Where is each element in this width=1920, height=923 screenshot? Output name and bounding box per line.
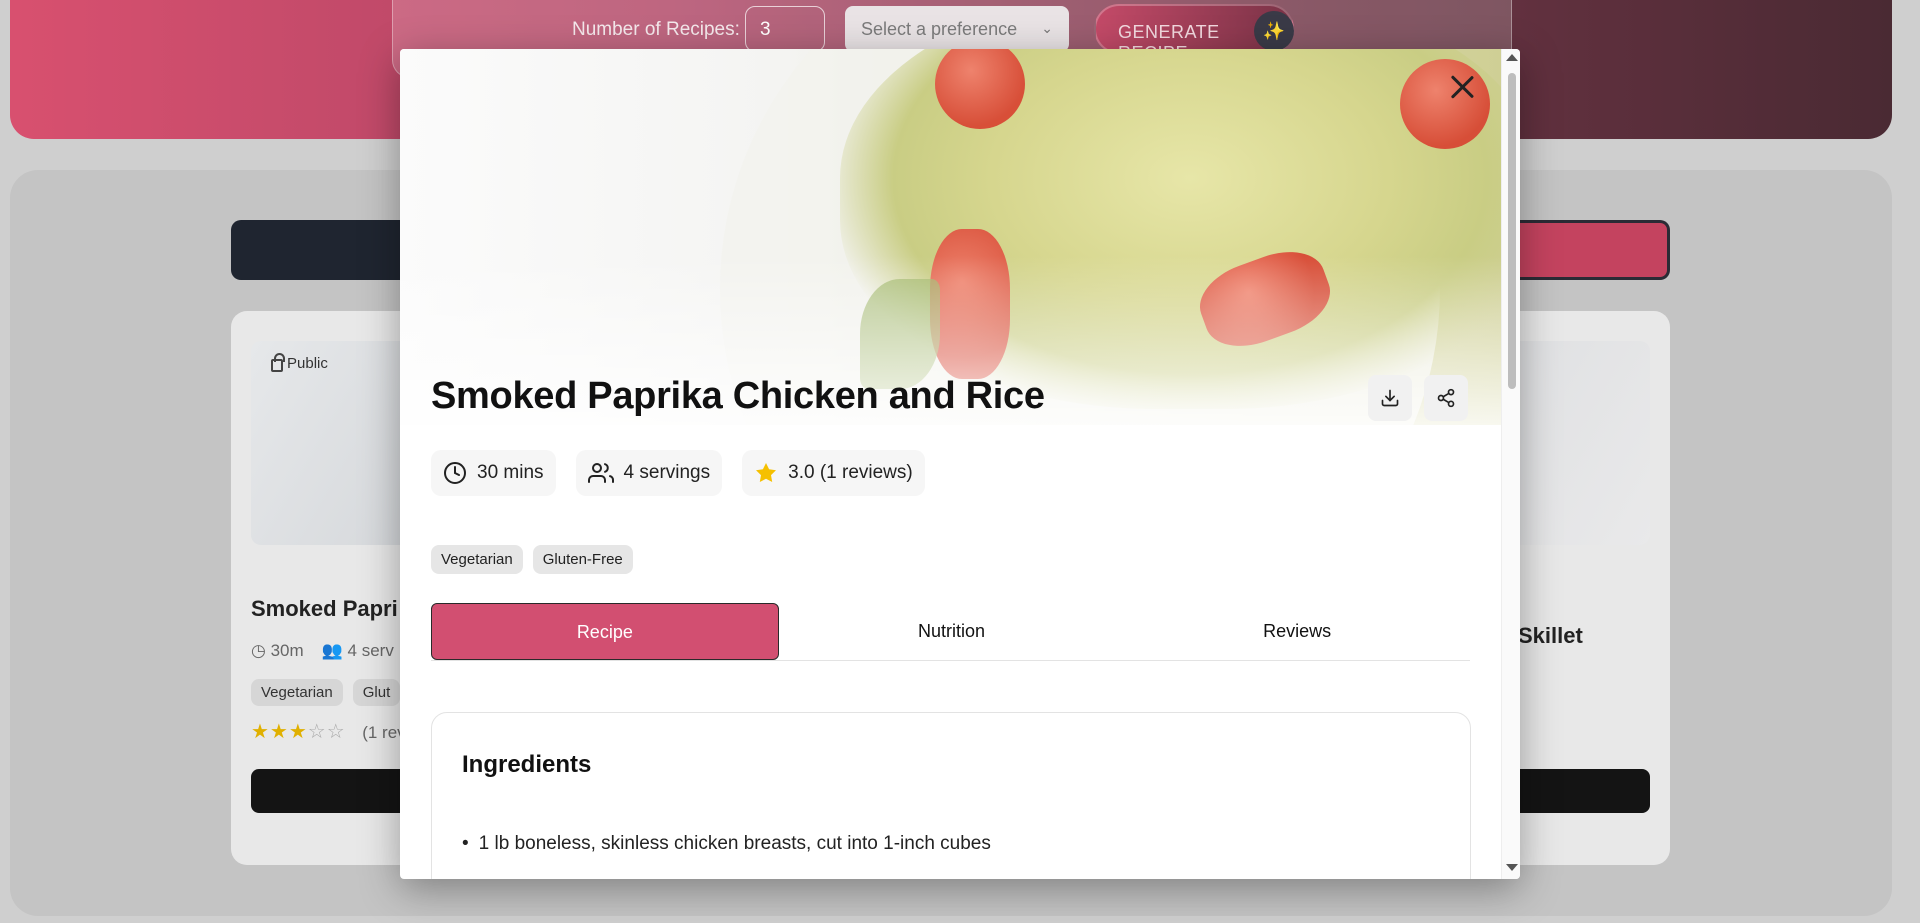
share-icon <box>1437 388 1455 408</box>
download-button[interactable] <box>1368 375 1412 421</box>
star-icon <box>756 463 777 482</box>
close-icon[interactable] <box>1444 69 1480 105</box>
ingredient-item: 1 lb boneless, skinless chicken breasts,… <box>462 833 991 855</box>
tag-vegetarian: Vegetarian <box>431 545 523 574</box>
scroll-thumb[interactable] <box>1508 73 1516 389</box>
time-stat: 30 mins <box>431 450 556 496</box>
recipe-hero-image <box>400 49 1501 425</box>
recipe-tabs: Recipe Nutrition Reviews <box>431 603 1470 661</box>
rating-value: 3.0 (1 reviews) <box>788 462 913 483</box>
clock-icon <box>444 462 466 484</box>
servings-value: 4 servings <box>623 462 711 483</box>
tag-gluten-free: Gluten-Free <box>532 545 633 574</box>
time-value: 30 mins <box>477 462 544 483</box>
recipe-modal: Smoked Paprika Chicken and Rice 30 mins … <box>400 49 1520 879</box>
tab-nutrition[interactable]: Nutrition <box>779 603 1125 660</box>
scroll-up-icon[interactable] <box>1506 54 1518 61</box>
ingredients-heading: Ingredients <box>462 751 592 778</box>
users-icon <box>587 463 614 483</box>
servings-stat: 4 servings <box>575 450 723 496</box>
ingredients-list: 1 lb boneless, skinless chicken breasts,… <box>462 833 991 871</box>
scroll-down-icon[interactable] <box>1506 864 1518 871</box>
tab-recipe[interactable]: Recipe <box>431 603 779 660</box>
recipe-stats: 30 mins 4 servings 3.0 (1 reviews) <box>431 450 925 496</box>
download-icon <box>1381 389 1399 407</box>
share-button[interactable] <box>1424 375 1468 421</box>
recipe-title: Smoked Paprika Chicken and Rice <box>431 375 1045 417</box>
modal-scrollbar[interactable] <box>1501 49 1520 879</box>
recipe-tags: Vegetarian Gluten-Free <box>431 545 633 574</box>
rating-stat: 3.0 (1 reviews) <box>742 450 925 496</box>
ingredients-card: Ingredients 1 lb boneless, skinless chic… <box>431 712 1471 879</box>
tab-reviews[interactable]: Reviews <box>1124 603 1470 660</box>
